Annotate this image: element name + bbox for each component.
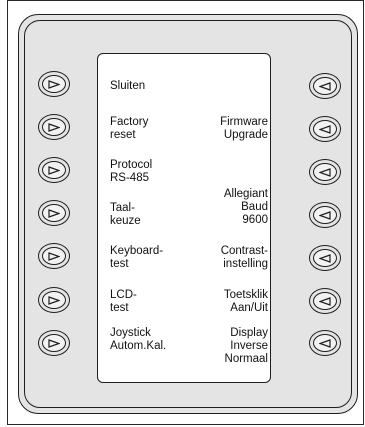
left-softkey-3[interactable] [38, 157, 70, 183]
right-softkey-4-core [313, 206, 337, 224]
left-softkey-3-core [42, 161, 66, 179]
right-softkey-3-core [313, 163, 337, 181]
play-right-icon [48, 295, 60, 305]
menu-label-toetsklik: Toetsklik Aan/Uit [223, 289, 268, 314]
menu-label-sluiten: Sluiten [110, 80, 146, 92]
right-softkey-6-core [313, 292, 337, 310]
play-right-icon [48, 251, 60, 261]
play-right-icon [48, 338, 60, 348]
play-left-icon [319, 210, 331, 220]
menu-label-firmware-upgrade: Firmware Upgrade [220, 116, 268, 141]
play-right-icon [48, 79, 60, 89]
left-softkey-5-core [42, 247, 66, 265]
left-softkey-4-core [42, 204, 66, 222]
play-left-icon [319, 167, 331, 177]
play-left-icon [319, 253, 331, 263]
left-softkey-6-core [42, 291, 66, 309]
menu-label-factory-reset: Factory reset [110, 116, 149, 141]
play-left-icon [319, 338, 331, 348]
right-softkey-1[interactable] [309, 73, 341, 99]
left-softkey-4[interactable] [38, 200, 70, 226]
menu-label-contrast: Contrast- instelling [220, 245, 268, 270]
menu-label-protocol: Protocol RS-485 [110, 159, 153, 184]
right-softkey-7-core [313, 334, 337, 352]
menu-label-lcd-test: LCD- test [110, 289, 137, 314]
left-softkey-2[interactable] [38, 114, 70, 140]
play-left-icon [319, 296, 331, 306]
menu-label-joystick: Joystick Autom.Kal. [110, 327, 167, 352]
menu-label-display-inverse: Display Inverse Normaal [224, 327, 268, 365]
left-softkey-1-core [42, 75, 66, 93]
menu-label-taalkeuze: Taal- keuze [110, 202, 141, 227]
play-left-icon [319, 124, 331, 134]
play-left-icon [319, 81, 331, 91]
play-right-icon [48, 165, 60, 175]
right-softkey-2-core [313, 120, 337, 138]
menu-label-allegiant-baud: Allegiant Baud 9600 [223, 188, 268, 226]
left-softkey-7-core [42, 334, 66, 352]
play-right-icon [48, 208, 60, 218]
right-softkey-7[interactable] [309, 330, 341, 356]
right-softkey-5-core [313, 249, 337, 267]
left-softkey-2-core [42, 118, 66, 136]
left-softkey-1[interactable] [38, 71, 70, 97]
right-softkey-2[interactable] [309, 116, 341, 142]
right-softkey-3[interactable] [309, 159, 341, 185]
right-softkey-4[interactable] [309, 202, 341, 228]
right-softkey-5[interactable] [309, 245, 341, 271]
left-softkey-6[interactable] [38, 287, 70, 313]
play-right-icon [48, 122, 60, 132]
right-softkey-1-core [313, 77, 337, 95]
right-softkey-6[interactable] [309, 288, 341, 314]
menu-label-keyboard-test: Keyboard- test [110, 245, 164, 270]
left-softkey-7[interactable] [38, 330, 70, 356]
left-softkey-5[interactable] [38, 243, 70, 269]
